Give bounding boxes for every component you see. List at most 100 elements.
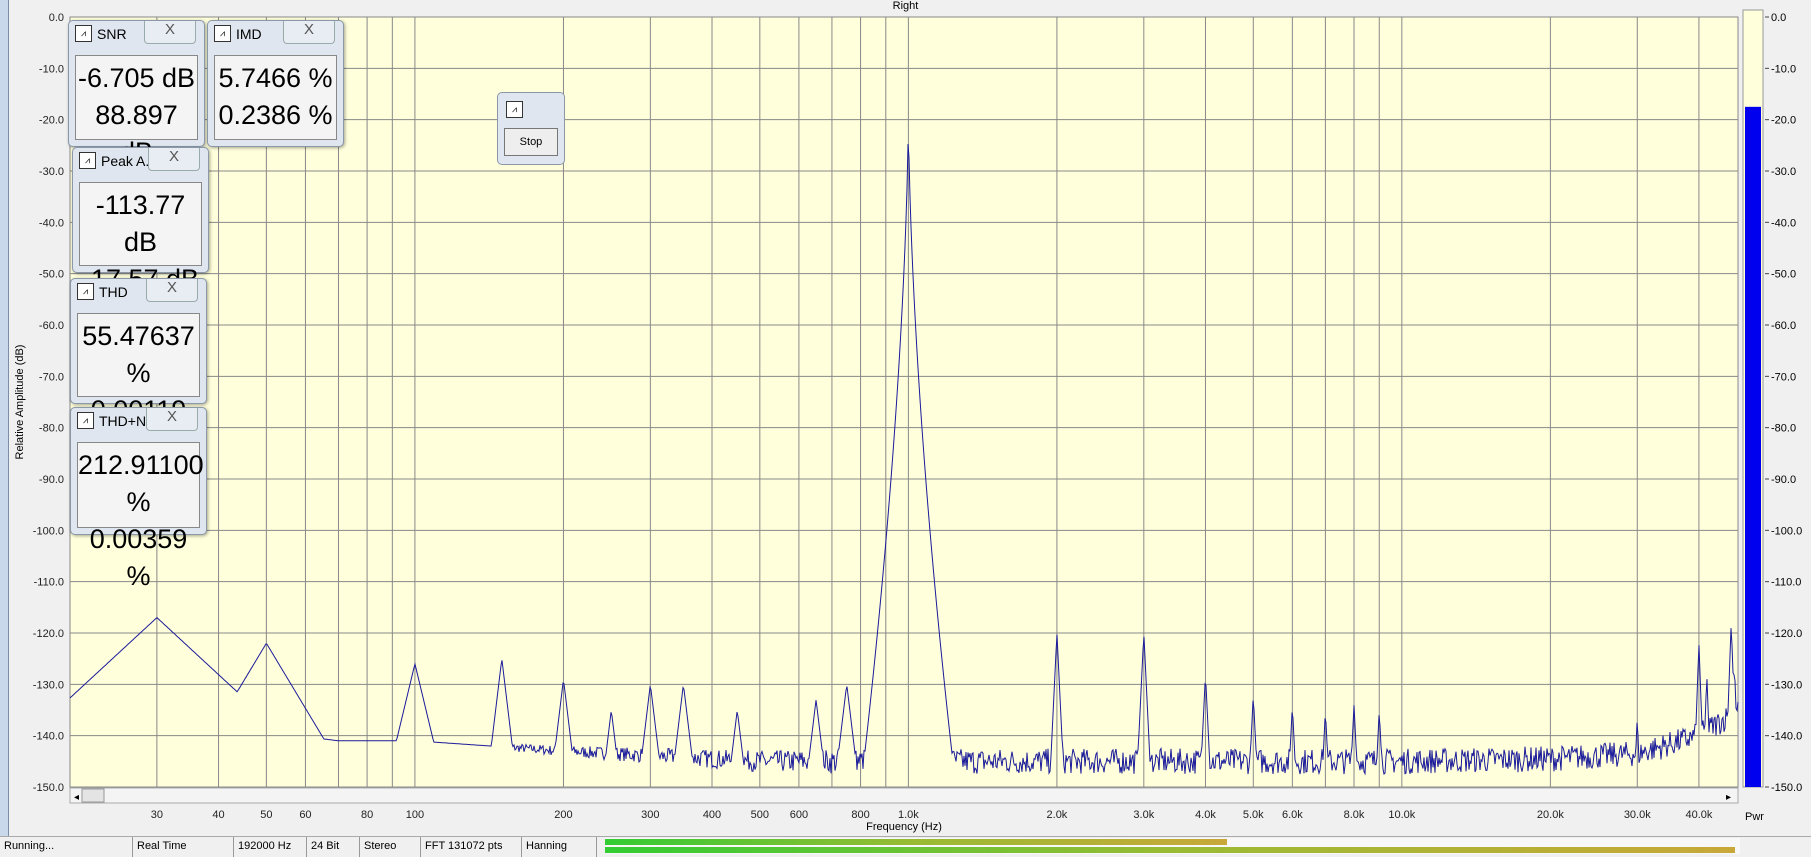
x-tick-label: 600 bbox=[790, 809, 808, 821]
x-tick-label: 10.0k bbox=[1388, 809, 1415, 821]
power-tick-label: -50.0 bbox=[1771, 269, 1796, 281]
x-tick-label: 40.0k bbox=[1685, 809, 1712, 821]
waveform-icon: ⩘ bbox=[506, 101, 523, 118]
y-tick-label: -20.0 bbox=[39, 115, 64, 127]
waveform-icon: ⩘ bbox=[79, 152, 96, 169]
x-tick-label: 40 bbox=[212, 809, 224, 821]
stop-button[interactable]: Stop bbox=[504, 128, 558, 156]
status-rate: 192000 Hz bbox=[234, 837, 307, 857]
waveform-icon: ⩘ bbox=[75, 25, 92, 42]
y-axis-label: Relative Amplitude (dB) bbox=[14, 345, 26, 460]
power-tick-label: -10.0 bbox=[1771, 63, 1796, 75]
x-tick-label: 500 bbox=[751, 809, 769, 821]
close-icon[interactable]: X bbox=[146, 279, 198, 302]
power-tick-label: -130.0 bbox=[1771, 679, 1802, 691]
close-icon[interactable]: X bbox=[148, 148, 200, 171]
y-tick-label: -130.0 bbox=[33, 679, 64, 691]
power-tick-label: -150.0 bbox=[1771, 782, 1802, 794]
snr-label: SNR bbox=[97, 25, 127, 42]
y-tick-label: -60.0 bbox=[39, 320, 64, 332]
imd-value-1: 5.7466 % bbox=[218, 63, 333, 93]
thdn-label: THD+N bbox=[99, 412, 147, 429]
thd-n-window[interactable]: ⩘ THD+N X 212.91100 % 0.00359 % bbox=[70, 407, 207, 591]
thd-label: THD bbox=[99, 283, 128, 300]
power-tick-label: -20.0 bbox=[1771, 115, 1796, 127]
scroll-right-arrow[interactable]: ▸ bbox=[1726, 792, 1731, 803]
imd-value-2: 0.2386 % bbox=[218, 100, 333, 130]
level-meter-bar-left bbox=[605, 839, 1227, 845]
x-tick-label: 60 bbox=[299, 809, 311, 821]
close-icon[interactable]: X bbox=[144, 21, 196, 44]
x-tick-label: 400 bbox=[703, 809, 721, 821]
y-tick-label: 0.0 bbox=[49, 12, 64, 24]
power-tick-label: -140.0 bbox=[1771, 731, 1802, 743]
imd-label: IMD bbox=[236, 25, 262, 42]
power-tick-label: -40.0 bbox=[1771, 217, 1796, 229]
status-channels: Stereo bbox=[360, 837, 421, 857]
x-tick-label: 50 bbox=[260, 809, 272, 821]
horizontal-scrollbar[interactable] bbox=[69, 787, 1739, 804]
thdn-value-2: 0.00359 % bbox=[89, 524, 188, 591]
x-tick-label: 3.0k bbox=[1133, 809, 1154, 821]
y-tick-label: -50.0 bbox=[39, 269, 64, 281]
x-tick-label: 30.0k bbox=[1624, 809, 1651, 821]
scroll-left-arrow[interactable]: ◂ bbox=[74, 792, 79, 803]
x-tick-label: 2.0k bbox=[1047, 809, 1068, 821]
level-meter-bar-right bbox=[605, 847, 1735, 853]
thdn-value-1: 212.91100 % bbox=[78, 450, 204, 517]
power-tick-label: -80.0 bbox=[1771, 423, 1796, 435]
thd-window[interactable]: ⩘THD X 55.47637 %0.00119 % bbox=[70, 278, 207, 462]
waveform-icon: ⩘ bbox=[77, 283, 94, 300]
x-tick-label: 300 bbox=[641, 809, 659, 821]
y-tick-label: -100.0 bbox=[33, 525, 64, 537]
status-mode: Real Time bbox=[133, 837, 234, 857]
power-tick-label: -60.0 bbox=[1771, 320, 1796, 332]
x-tick-label: 100 bbox=[406, 809, 424, 821]
stop-window[interactable]: ⩘ Stop bbox=[497, 92, 565, 165]
x-tick-label: 80 bbox=[361, 809, 373, 821]
waveform-icon: ⩘ bbox=[77, 412, 94, 429]
scrollbar-thumb[interactable] bbox=[81, 788, 105, 803]
snr-window[interactable]: ⩘SNR X -6.705 dB88.897 dB bbox=[68, 20, 205, 167]
level-meter bbox=[605, 838, 1740, 854]
power-tick-label: -120.0 bbox=[1771, 628, 1802, 640]
power-tick-label: -100.0 bbox=[1771, 525, 1802, 537]
x-tick-label: 6.0k bbox=[1282, 809, 1303, 821]
y-tick-label: -10.0 bbox=[39, 63, 64, 75]
power-tick-label: -90.0 bbox=[1771, 474, 1796, 486]
status-state: Running... bbox=[0, 837, 133, 857]
imd-window[interactable]: ⩘ IMD X 5.7466 % 0.2386 % bbox=[207, 20, 344, 147]
power-tick-label: -70.0 bbox=[1771, 371, 1796, 383]
power-tick-label: 0.0 bbox=[1771, 12, 1786, 24]
status-fft: FFT 131072 pts bbox=[421, 837, 522, 857]
x-tick-label: 200 bbox=[554, 809, 572, 821]
x-tick-label: 20.0k bbox=[1537, 809, 1564, 821]
y-tick-label: -140.0 bbox=[33, 731, 64, 743]
close-icon[interactable]: X bbox=[283, 21, 335, 44]
thd-value-1: 55.47637 % bbox=[82, 321, 195, 388]
power-label: Pwr bbox=[1745, 811, 1764, 823]
y-tick-label: -40.0 bbox=[39, 217, 64, 229]
status-bits: 24 Bit bbox=[307, 837, 360, 857]
x-tick-label: 30 bbox=[151, 809, 163, 821]
status-window: Hanning bbox=[522, 837, 597, 857]
peak-amplitude-window[interactable]: ⩘Peak A... X -113.77 dB-17.57 dB bbox=[72, 147, 209, 294]
y-tick-label: -110.0 bbox=[34, 577, 64, 589]
waveform-icon: ⩘ bbox=[214, 25, 231, 42]
y-tick-label: -70.0 bbox=[39, 371, 64, 383]
x-tick-label: 8.0k bbox=[1344, 809, 1365, 821]
y-tick-label: -30.0 bbox=[39, 166, 64, 178]
y-tick-label: -90.0 bbox=[39, 474, 64, 486]
x-tick-label: 4.0k bbox=[1195, 809, 1216, 821]
power-tick-label: -110.0 bbox=[1771, 577, 1801, 589]
close-icon[interactable]: X bbox=[146, 408, 198, 431]
y-tick-label: -80.0 bbox=[39, 423, 64, 435]
snr-value-1: -6.705 dB bbox=[77, 63, 196, 93]
peak-value-1: -113.77 dB bbox=[95, 190, 186, 257]
x-axis-label: Frequency (Hz) bbox=[866, 821, 942, 833]
power-tick-label: -30.0 bbox=[1771, 166, 1796, 178]
y-tick-label: -120.0 bbox=[33, 628, 64, 640]
x-tick-label: 5.0k bbox=[1243, 809, 1264, 821]
x-tick-label: 1.0k bbox=[898, 809, 919, 821]
x-tick-label: 800 bbox=[851, 809, 869, 821]
